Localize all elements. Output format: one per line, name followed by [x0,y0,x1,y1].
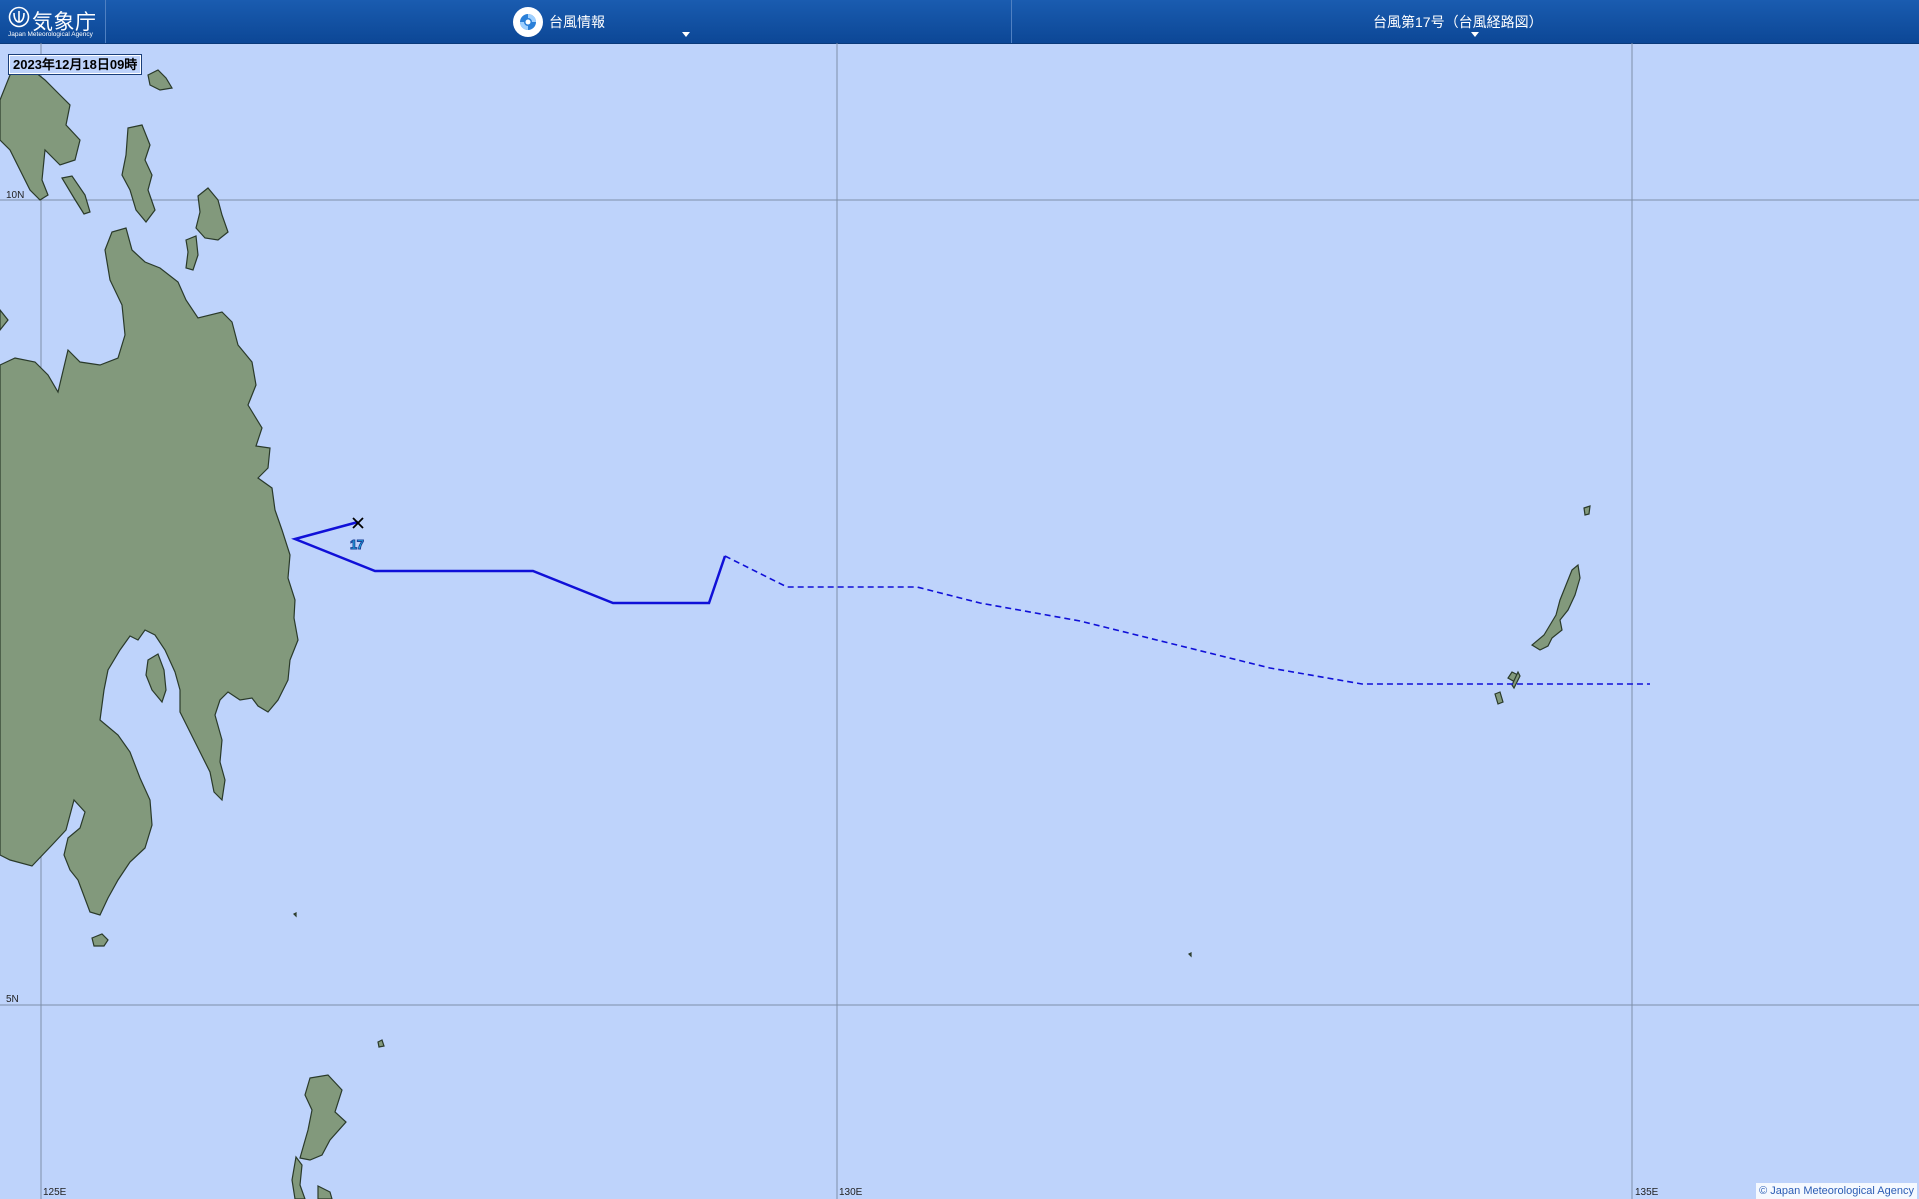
land-cebu [61,175,91,215]
land-mindanao [0,227,299,916]
lat-label-10n: 10N [6,190,25,201]
menu-track-map[interactable]: 台風第17号（台風経路図） [1012,0,1919,43]
menu-track-map-label: 台風第17号（台風経路図） [1373,13,1543,30]
land-palau [1530,563,1581,651]
logo-text-en: Japan Meteorological Agency [8,31,93,38]
lat-label-5n: 5N [6,994,19,1005]
lon-label-125e: 125E [43,1187,67,1198]
header-bar: 気象庁 Japan Meteorological Agency 台風情報 台風第… [0,0,1919,44]
land-islet2 [292,912,297,918]
land-islet3 [1187,952,1192,958]
chevron-down-icon [1471,32,1479,37]
menu-typhoon-info[interactable]: 台風情報 [106,0,1012,43]
map-canvas [0,43,1919,1199]
jma-logo[interactable]: 気象庁 Japan Meteorological Agency [0,0,106,43]
typhoon-icon [513,6,543,37]
land-bohol [195,187,229,241]
chevron-down-icon [682,32,690,37]
land-south4 [317,1185,333,1199]
land-leyte-north [121,124,156,223]
typhoon-track-map[interactable]: 10N 5N 125E 130E 135E © Japan Meteorolog… [0,43,1919,1199]
land-south1 [91,933,109,947]
land-islet1 [377,1039,385,1048]
land-small1 [185,235,199,271]
typhoon-track-forecast [724,555,1650,685]
menu-typhoon-info-label: 台風情報 [549,13,605,30]
land-palau-north [1583,505,1591,516]
lon-label-135e: 135E [1635,1187,1659,1198]
jma-logo-icon [8,6,30,28]
land-south3 [291,1155,306,1199]
landmass [0,67,1591,1199]
land-small2 [147,69,173,91]
land-bay-island [145,653,167,704]
lon-label-130e: 130E [839,1187,863,1198]
timestamp-badge: 2023年12月18日09時 [8,54,143,75]
land-angaur [1494,691,1504,705]
land-south2 [299,1074,347,1161]
typhoon-number-label[interactable]: 17 [349,537,364,553]
typhoon-track-observed [291,520,727,605]
copyright-label: © Japan Meteorological Agency [1756,1183,1917,1199]
